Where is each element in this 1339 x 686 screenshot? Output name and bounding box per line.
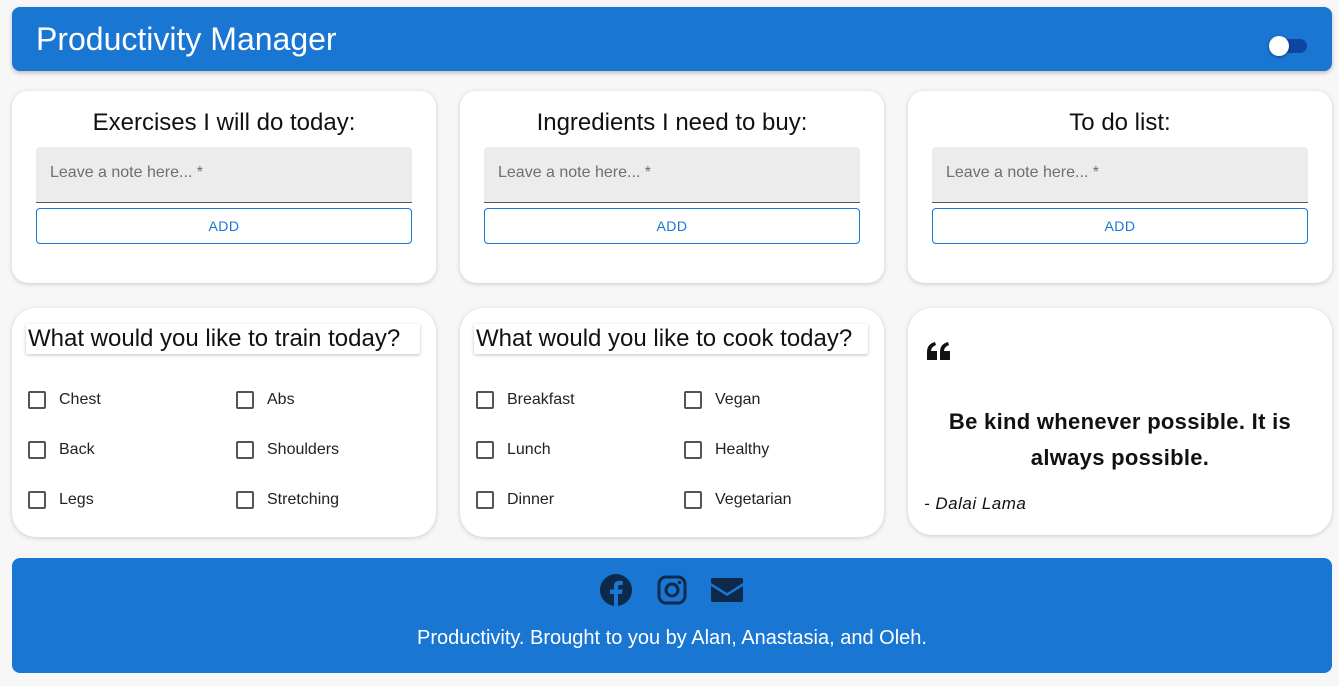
footer-credit: Productivity. Brought to you by Alan, An…	[417, 627, 927, 649]
checkbox-abs[interactable]: Abs	[236, 388, 295, 412]
checkbox-label: Stretching	[267, 491, 340, 508]
note-input[interactable]	[48, 163, 402, 183]
checkbox-label: Vegan	[715, 391, 761, 408]
checkbox-label: Back	[59, 441, 95, 458]
checkbox[interactable]	[236, 391, 254, 409]
app-header: Productivity Manager	[12, 7, 1332, 71]
toggle-thumb[interactable]	[1269, 36, 1289, 56]
instagram-icon[interactable]	[656, 574, 688, 606]
card-heading: Exercises I will do today:	[92, 109, 356, 136]
checkbox[interactable]	[684, 491, 702, 509]
checkbox[interactable]	[236, 441, 254, 459]
theme-toggle[interactable]	[1269, 36, 1309, 56]
checkbox[interactable]	[28, 391, 46, 409]
note-field[interactable]	[484, 147, 860, 203]
quote-text: Be kind whenever possible. It is always …	[948, 409, 1292, 470]
footer: Productivity. Brought to you by Alan, An…	[12, 558, 1332, 673]
checkbox-shoulders[interactable]: Shoulders	[236, 438, 339, 462]
app-title: Productivity Manager	[36, 21, 337, 57]
checkbox-dinner[interactable]: Dinner	[476, 488, 554, 512]
note-input[interactable]	[944, 163, 1298, 183]
checkbox-label: Vegetarian	[715, 491, 792, 508]
cook-card: What would you like to cook today? Break…	[460, 308, 884, 537]
checkbox-label: Legs	[59, 491, 94, 508]
card-heading: To do list:	[1069, 109, 1171, 136]
quote-icon	[927, 342, 950, 360]
facebook-icon[interactable]	[600, 574, 632, 606]
card-heading: Ingredients I need to buy:	[536, 109, 808, 136]
checkbox-label: Abs	[267, 391, 295, 408]
checkbox[interactable]	[28, 441, 46, 459]
add-button[interactable]: ADD	[36, 208, 412, 244]
note-field[interactable]	[932, 147, 1308, 203]
add-button[interactable]: ADD	[484, 208, 860, 244]
checkbox[interactable]	[684, 391, 702, 409]
checkbox-label: Healthy	[715, 441, 770, 458]
mail-icon[interactable]	[710, 576, 744, 604]
quote-author: - Dalai Lama	[924, 494, 1027, 513]
checkbox[interactable]	[684, 441, 702, 459]
todo-card: To do list: ADD	[908, 91, 1332, 283]
checkbox-back[interactable]: Back	[28, 438, 95, 462]
ingredients-card: Ingredients I need to buy: ADD	[460, 91, 884, 283]
train-card: What would you like to train today? Ches…	[12, 308, 436, 537]
checkbox-legs[interactable]: Legs	[28, 488, 94, 512]
add-button[interactable]: ADD	[932, 208, 1308, 244]
checkbox[interactable]	[236, 491, 254, 509]
note-input[interactable]	[496, 163, 850, 183]
checkbox-healthy[interactable]: Healthy	[684, 438, 769, 462]
checkbox-label: Lunch	[507, 441, 551, 458]
checkbox-chest[interactable]: Chest	[28, 388, 101, 412]
checkbox[interactable]	[28, 491, 46, 509]
checkbox[interactable]	[476, 391, 494, 409]
checkbox-vegan[interactable]: Vegan	[684, 388, 760, 412]
checkbox[interactable]	[476, 491, 494, 509]
checkbox-label: Shoulders	[267, 441, 340, 458]
checkbox[interactable]	[476, 441, 494, 459]
checkbox-label: Breakfast	[507, 391, 575, 408]
checkbox-breakfast[interactable]: Breakfast	[476, 388, 575, 412]
exercises-card: Exercises I will do today: ADD	[12, 91, 436, 283]
checkbox-label: Dinner	[507, 491, 555, 508]
note-field[interactable]	[36, 147, 412, 203]
checkbox-stretching[interactable]: Stretching	[236, 488, 339, 512]
quote-card: Be kind whenever possible. It is always …	[908, 308, 1332, 535]
train-title: What would you like to train today?	[26, 324, 420, 354]
checkbox-vegetarian[interactable]: Vegetarian	[684, 488, 792, 512]
cook-title: What would you like to cook today?	[474, 324, 868, 354]
checkbox-label: Chest	[59, 391, 101, 408]
checkbox-lunch[interactable]: Lunch	[476, 438, 551, 462]
